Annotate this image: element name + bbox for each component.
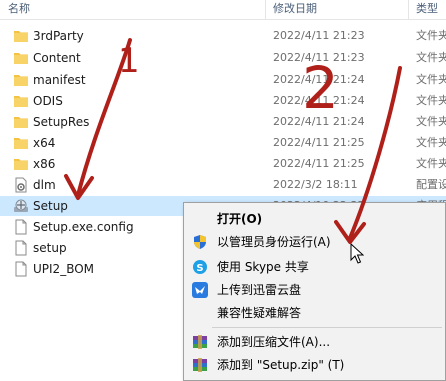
file-type: 文件夹 xyxy=(416,115,446,128)
xunlei-bird-icon xyxy=(192,282,208,298)
menu-item-label: 以管理员身份运行(A) xyxy=(217,235,331,249)
file-date: 2022/4/11 21:24 xyxy=(273,94,365,107)
file-row-content[interactable]: Content 2022/4/11 21:23 文件夹 xyxy=(0,48,446,68)
svg-text:S: S xyxy=(196,263,203,274)
file-name: 3rdParty xyxy=(33,29,84,43)
menu-separator xyxy=(212,327,442,328)
menu-item-compat-troubleshoot[interactable]: 兼容性疑难解答 xyxy=(184,302,446,324)
file-icon xyxy=(13,261,29,277)
file-type: 文件夹 xyxy=(416,157,446,170)
file-name: UPI2_BOM xyxy=(33,262,95,276)
file-name: x64 xyxy=(33,136,56,150)
folder-icon xyxy=(13,114,29,130)
file-name: manifest xyxy=(33,73,86,87)
file-icon xyxy=(13,219,29,235)
folder-icon xyxy=(13,28,29,44)
file-type: 配置设 xyxy=(416,178,446,191)
file-type: 文件夹 xyxy=(416,29,446,42)
context-menu: 打开(O) 以管理员身份运行(A) S 使用 Skype 共享 上传到迅雷云盘 … xyxy=(183,202,446,381)
file-type: 文件夹 xyxy=(416,136,446,149)
file-date: 2022/4/11 21:24 xyxy=(273,115,365,128)
menu-item-xunlei-upload[interactable]: 上传到迅雷云盘 xyxy=(184,279,446,301)
file-row-odis[interactable]: ODIS 2022/4/11 21:24 文件夹 xyxy=(0,91,446,111)
menu-item-open[interactable]: 打开(O) xyxy=(184,208,446,230)
skype-icon: S xyxy=(192,259,208,275)
menu-item-label: 上传到迅雷云盘 xyxy=(217,283,302,297)
folder-icon xyxy=(13,135,29,151)
file-name: setup xyxy=(33,241,67,255)
file-name: SetupRes xyxy=(33,115,90,129)
file-name: Setup.exe.config xyxy=(33,220,134,234)
column-date-header[interactable]: 修改日期 xyxy=(265,0,408,20)
file-name: x86 xyxy=(33,157,56,171)
menu-item-skype-share[interactable]: S 使用 Skype 共享 xyxy=(184,256,446,278)
file-row-x86[interactable]: x86 2022/4/11 21:25 文件夹 xyxy=(0,154,446,174)
folder-icon xyxy=(13,72,29,88)
file-type: 文件夹 xyxy=(416,94,446,107)
file-name: ODIS xyxy=(33,94,63,108)
file-name: dlm xyxy=(33,178,56,192)
menu-item-run-as-admin[interactable]: 以管理员身份运行(A) xyxy=(184,231,446,253)
config-file-icon xyxy=(13,177,29,193)
menu-item-add-archive[interactable]: 添加到压缩文件(A)... xyxy=(184,331,446,353)
menu-item-label: 添加到 "Setup.zip" (T) xyxy=(217,358,345,372)
mouse-cursor-icon xyxy=(350,243,364,264)
file-row-3rdparty[interactable]: 3rdParty 2022/4/11 21:23 文件夹 xyxy=(0,26,446,46)
column-header: 名称 修改日期 类型 xyxy=(0,0,446,20)
winrar-archive-icon xyxy=(192,357,208,373)
file-date: 2022/4/11 21:23 xyxy=(273,29,365,42)
winrar-archive-icon xyxy=(192,334,208,350)
file-date: 2022/4/11 21:25 xyxy=(273,136,365,149)
column-name-header[interactable]: 名称 xyxy=(0,0,265,20)
file-row-setupres[interactable]: SetupRes 2022/4/11 21:24 文件夹 xyxy=(0,112,446,132)
file-type: 文件夹 xyxy=(416,51,446,64)
file-row-x64[interactable]: x64 2022/4/11 21:25 文件夹 xyxy=(0,133,446,153)
setup-app-icon xyxy=(13,198,29,214)
menu-item-label: 兼容性疑难解答 xyxy=(217,306,302,320)
file-name: Setup xyxy=(33,199,68,213)
uac-shield-icon xyxy=(192,234,208,250)
column-type-header[interactable]: 类型 xyxy=(408,0,446,20)
file-icon xyxy=(13,240,29,256)
folder-icon xyxy=(13,156,29,172)
file-row-manifest[interactable]: manifest 2022/4/11 21:24 文件夹 xyxy=(0,70,446,90)
menu-item-label: 打开(O) xyxy=(217,212,263,226)
file-date: 2022/4/11 21:24 xyxy=(273,73,365,86)
file-type: 文件夹 xyxy=(416,73,446,86)
menu-item-add-zip[interactable]: 添加到 "Setup.zip" (T) xyxy=(184,354,446,376)
file-row-dlm[interactable]: dlm 2022/3/2 18:11 配置设 xyxy=(0,175,446,195)
file-date: 2022/4/11 21:25 xyxy=(273,157,365,170)
folder-icon xyxy=(13,93,29,109)
folder-icon xyxy=(13,50,29,66)
file-name: Content xyxy=(33,51,81,65)
menu-item-label: 使用 Skype 共享 xyxy=(217,260,309,274)
file-date: 2022/4/11 21:23 xyxy=(273,51,365,64)
file-date: 2022/3/2 18:11 xyxy=(273,178,358,191)
menu-item-label: 添加到压缩文件(A)... xyxy=(217,335,331,349)
